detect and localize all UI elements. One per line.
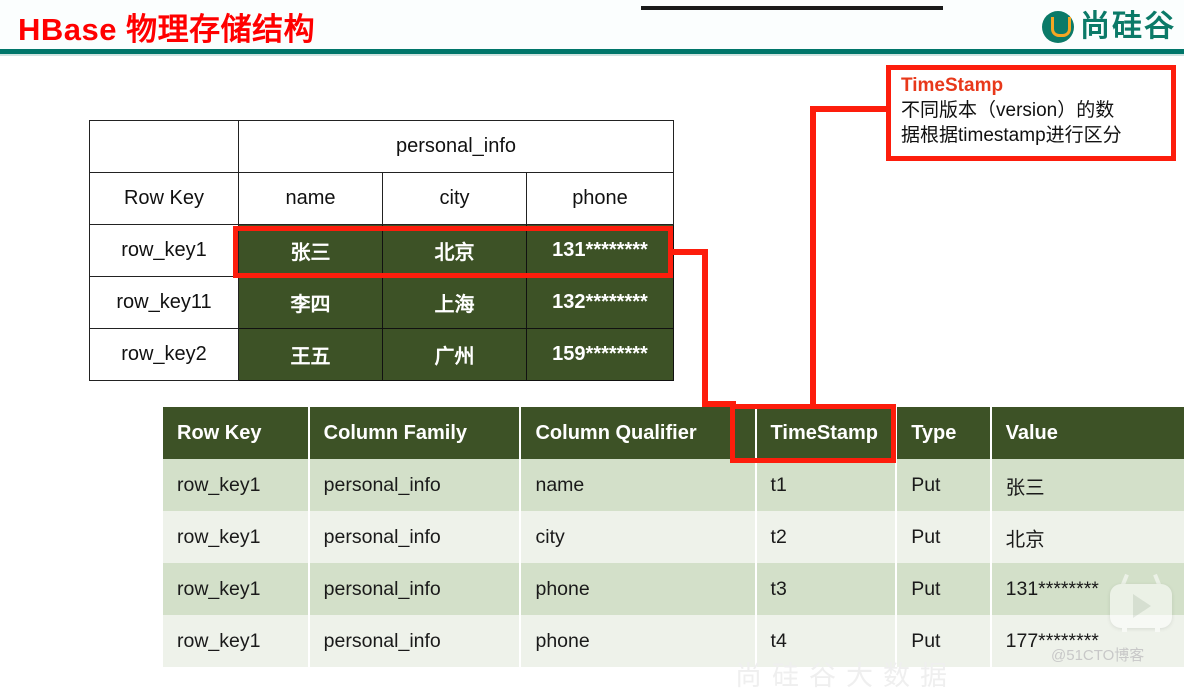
timestamp-callout-line1: 不同版本（version）的数	[901, 99, 1115, 121]
logical-cell-rowkey: row_key11	[89, 276, 239, 329]
timestamp-callout: TimeStamp 不同版本（version）的数 据根据timestamp进行…	[886, 65, 1176, 161]
table-row: personal_info	[89, 120, 674, 173]
site-watermark: @51CTO博客	[1051, 647, 1145, 664]
physical-header-type: Type	[896, 407, 992, 459]
physical-cell-column-qualifier: name	[520, 459, 757, 511]
physical-cell-rowkey: row_key1	[163, 459, 310, 511]
logical-cell-city: 广州	[382, 328, 527, 381]
logical-header-phone: phone	[526, 172, 674, 225]
brand-logo: 尚硅谷	[1042, 8, 1176, 46]
table-row: Row Key name city phone	[89, 172, 674, 225]
table-row: row_key1 personal_info city t2 Put 北京	[163, 511, 1184, 563]
connector-row-to-physical-segment-b	[702, 401, 736, 407]
physical-cell-timestamp: t3	[755, 563, 898, 615]
physical-cell-value: 北京	[990, 511, 1184, 563]
physical-header-column-family: Column Family	[308, 407, 522, 459]
logical-cell-name: 王五	[238, 328, 383, 381]
physical-cell-column-qualifier: city	[520, 511, 757, 563]
column-family-header: personal_info	[238, 120, 674, 173]
connector-row-to-physical-segment-v	[702, 249, 708, 407]
logical-header-rowkey: Row Key	[89, 172, 239, 225]
highlight-box-logical-row	[233, 226, 673, 278]
slide-header: HBase 物理存储结构 尚硅谷	[0, 0, 1184, 54]
physical-cell-timestamp: t1	[755, 459, 898, 511]
logical-cell-name: 李四	[238, 276, 383, 329]
table-header-row: Row Key Column Family Column Qualifier T…	[163, 407, 1184, 459]
top-black-rule	[641, 6, 943, 10]
table-row: row_key1 personal_info phone t3 Put 131*…	[163, 563, 1184, 615]
physical-view-table: Row Key Column Family Column Qualifier T…	[163, 407, 1184, 667]
table-row: row_key2 王五 广州 159********	[89, 328, 674, 381]
physical-cell-column-family: personal_info	[308, 615, 522, 667]
logical-cell-phone: 132********	[526, 276, 674, 329]
play-button-icon	[1104, 572, 1178, 632]
logical-corner-cell	[89, 120, 239, 173]
table-row: row_key1 personal_info name t1 Put 张三	[163, 459, 1184, 511]
timestamp-callout-title: TimeStamp	[901, 75, 1004, 96]
header-divider-shadow	[0, 54, 1184, 56]
physical-cell-column-family: personal_info	[308, 459, 522, 511]
physical-cell-rowkey: row_key1	[163, 511, 310, 563]
logical-cell-phone: 159********	[526, 328, 674, 381]
logical-header-name: name	[238, 172, 383, 225]
physical-header-rowkey: Row Key	[163, 407, 310, 459]
logical-cell-city: 上海	[382, 276, 527, 329]
physical-cell-rowkey: row_key1	[163, 563, 310, 615]
physical-cell-column-family: personal_info	[308, 563, 522, 615]
logical-header-city: city	[382, 172, 527, 225]
physical-cell-column-qualifier: phone	[520, 563, 757, 615]
table-row: row_key1 personal_info phone t4 Put 177*…	[163, 615, 1184, 667]
physical-cell-timestamp: t2	[755, 511, 898, 563]
faint-watermark: 尚硅谷大数据	[735, 661, 957, 691]
table-row: row_key11 李四 上海 132********	[89, 276, 674, 329]
u-circle-icon	[1042, 11, 1074, 43]
physical-cell-type: Put	[896, 459, 992, 511]
logical-cell-rowkey: row_key2	[89, 328, 239, 381]
physical-header-value: Value	[990, 407, 1184, 459]
physical-cell-rowkey: row_key1	[163, 615, 310, 667]
connector-callout-to-timestamp-v	[810, 106, 816, 406]
physical-cell-value: 张三	[990, 459, 1184, 511]
brand-logo-text: 尚硅谷	[1080, 10, 1176, 43]
timestamp-callout-line2: 据根据timestamp进行区分	[901, 125, 1122, 147]
physical-cell-type: Put	[896, 563, 992, 615]
connector-callout-to-timestamp-h	[813, 106, 891, 112]
logical-cell-rowkey: row_key1	[89, 224, 239, 277]
page-title: HBase 物理存储结构	[18, 12, 316, 47]
physical-cell-column-qualifier: phone	[520, 615, 757, 667]
physical-header-column-qualifier: Column Qualifier	[520, 407, 757, 459]
physical-cell-type: Put	[896, 511, 992, 563]
physical-cell-column-family: personal_info	[308, 511, 522, 563]
highlight-box-timestamp-header	[730, 404, 896, 463]
